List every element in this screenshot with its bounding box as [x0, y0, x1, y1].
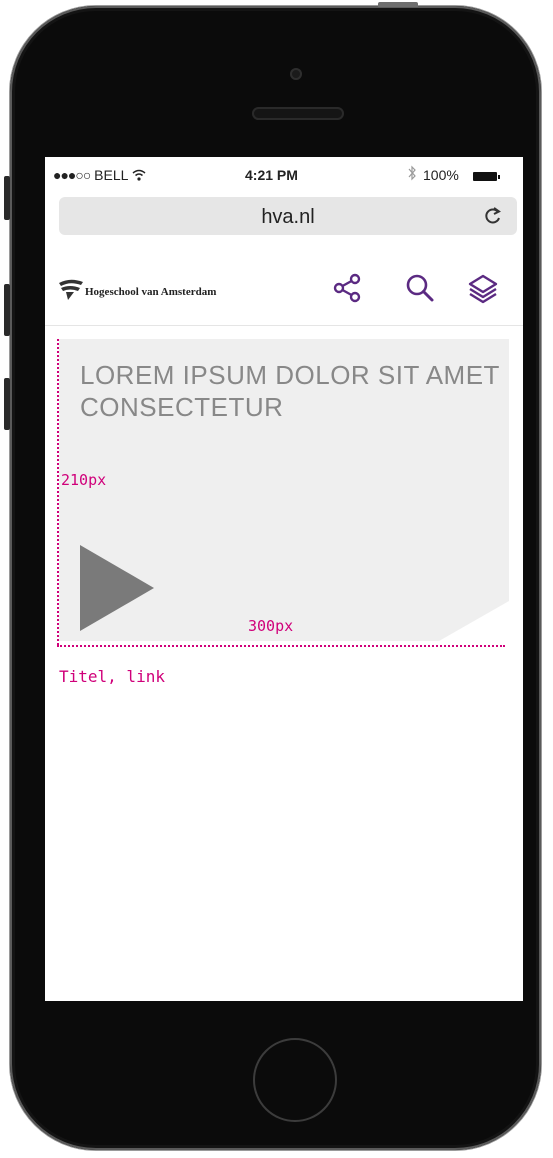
address-bar[interactable]: hva.nl [59, 197, 517, 235]
carrier-info: ●●●○○ BELL [53, 167, 146, 183]
battery-icon [473, 172, 500, 181]
reload-icon[interactable] [483, 205, 503, 227]
hva-logo-icon[interactable] [57, 277, 85, 301]
url-text: hva.nl [261, 206, 315, 228]
wifi-icon [132, 169, 146, 181]
share-icon[interactable] [333, 273, 363, 303]
volume-up-button [4, 284, 10, 336]
front-camera [290, 68, 302, 80]
power-button [378, 2, 418, 7]
status-bar: ●●●○○ BELL 4:21 PM 100% [45, 157, 523, 191]
status-time: 4:21 PM [245, 167, 298, 183]
card-title[interactable]: LOREM IPSUM DOLOR SIT AMET CONSECTETUR [80, 359, 500, 423]
width-measure-label: 300px [248, 617, 294, 635]
card-folded-corner [439, 601, 509, 641]
mute-switch [4, 176, 10, 220]
carrier-name: BELL [94, 167, 128, 183]
height-guide-line [57, 339, 59, 645]
volume-down-button [4, 378, 10, 430]
layers-icon[interactable] [467, 273, 499, 305]
search-icon[interactable] [405, 273, 435, 303]
logo-text[interactable]: Hogeschool van Amsterdam [85, 286, 216, 298]
home-button[interactable] [253, 1038, 337, 1122]
bluetooth-icon [408, 165, 416, 181]
signal-strength: ●●●○○ [53, 167, 91, 183]
phone-screen: ●●●○○ BELL 4:21 PM 100% hva.nl Hogeschoo… [45, 157, 523, 1001]
width-guide-line [57, 645, 505, 647]
earpiece-speaker [252, 107, 344, 120]
battery-percentage: 100% [423, 167, 459, 183]
video-card[interactable]: LOREM IPSUM DOLOR SIT AMET CONSECTETUR [59, 339, 509, 641]
site-header: Hogeschool van Amsterdam [45, 253, 523, 326]
annotation-caption: Titel, link [59, 667, 165, 686]
play-icon[interactable] [80, 545, 154, 631]
height-measure-label: 210px [61, 471, 107, 489]
